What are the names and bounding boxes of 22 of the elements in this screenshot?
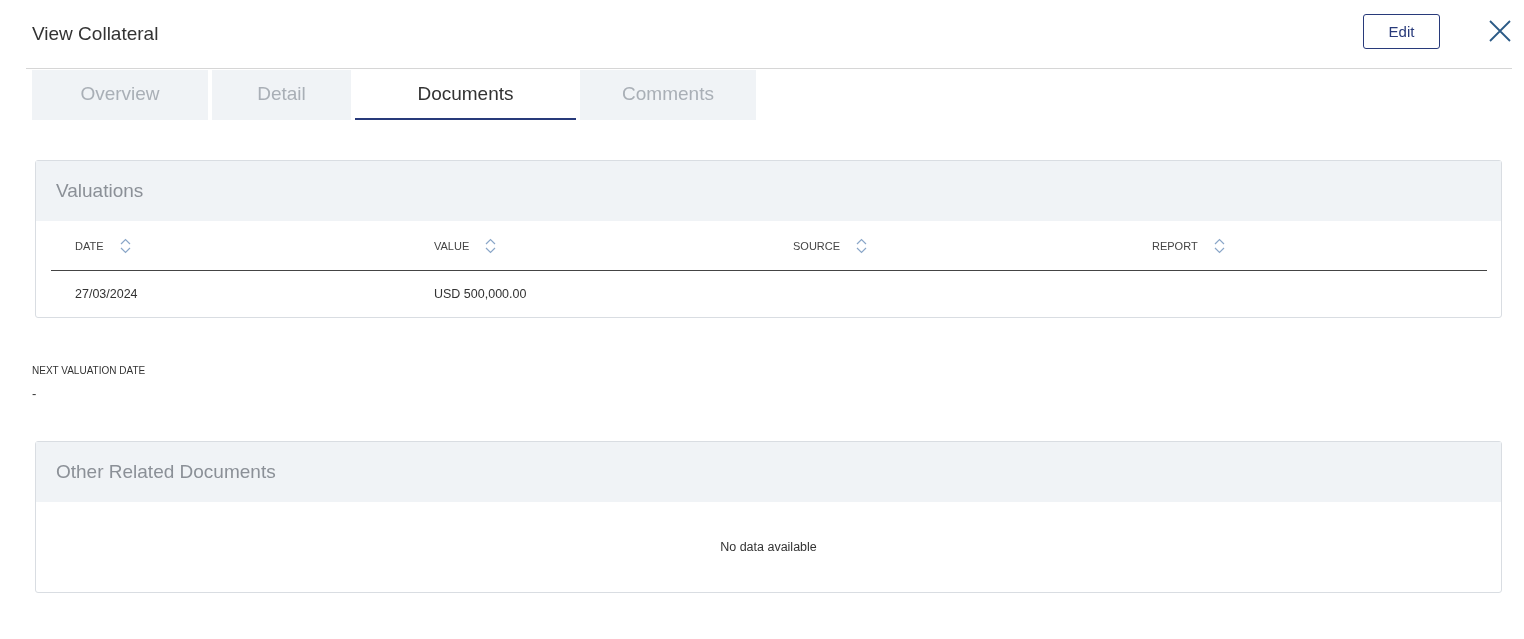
column-header: SOURCE [793,239,841,252]
empty-message: No data available [720,540,817,554]
table-cell: 27/03/2024 [75,287,138,301]
panel-title: Other Related Documents [56,461,276,483]
edit-button[interactable]: Edit [1363,13,1440,49]
field-value: - [32,386,38,401]
field-label: NEXT VALUATION DATE [32,365,147,376]
sort-icon[interactable] [856,237,868,254]
sort-icon[interactable] [1213,237,1225,254]
tab[interactable]: Comments [580,70,756,120]
panel-title: Valuations [56,180,144,202]
tab[interactable]: Detail [212,70,351,120]
close-icon [1489,20,1511,42]
page-title: View Collateral [32,23,160,45]
sort-icon[interactable] [485,237,497,254]
table-cell: USD 500,000.00 [434,287,527,301]
tab[interactable]: Overview [32,70,208,120]
column-header: REPORT [1152,239,1198,252]
column-header: DATE [75,239,104,252]
close-button[interactable] [1488,19,1512,43]
column-header: VALUE [434,239,470,252]
sort-icon[interactable] [119,237,131,254]
